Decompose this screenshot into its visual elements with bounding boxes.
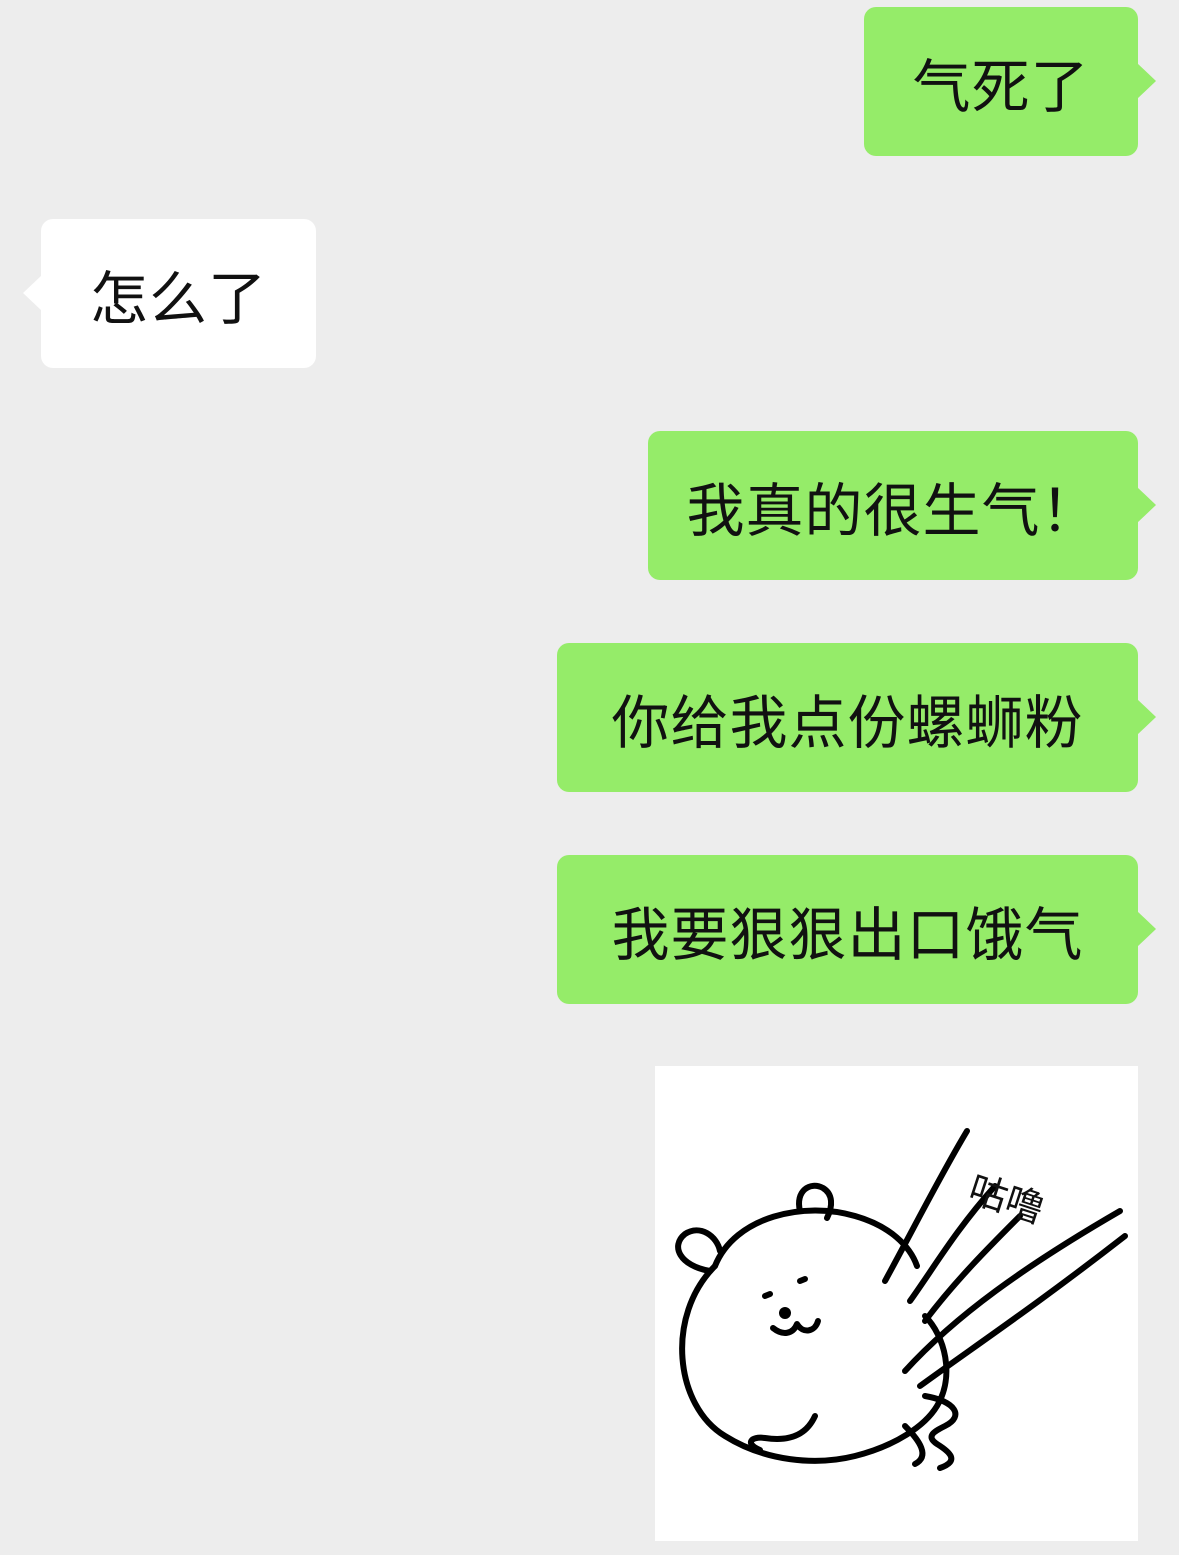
message-bubble-incoming[interactable]: 怎么了 [23,219,316,368]
message-text: 怎么了 [89,264,267,333]
bear-sticker-icon [675,1128,1128,1471]
chat-area: 气死了 怎么了 我真的很生气！ 你给我点份螺蛳粉 我要狠狠出口饿气 咕噜 [0,0,1179,1555]
message-bubble-outgoing[interactable]: 我要狠狠出口饿气 [557,855,1156,1004]
message-text: 我真的很生气！ [686,476,1100,545]
sticker-message[interactable]: 咕噜 [655,1066,1138,1541]
message-text: 我要狠狠出口饿气 [611,900,1084,969]
message-bubble-outgoing[interactable]: 气死了 [864,7,1156,156]
message-bubble-outgoing[interactable]: 我真的很生气！ [648,431,1156,580]
message-text: 气死了 [912,52,1090,121]
message-bubble-outgoing[interactable]: 你给我点份螺蛳粉 [557,643,1156,792]
message-text: 你给我点份螺蛳粉 [611,688,1084,757]
